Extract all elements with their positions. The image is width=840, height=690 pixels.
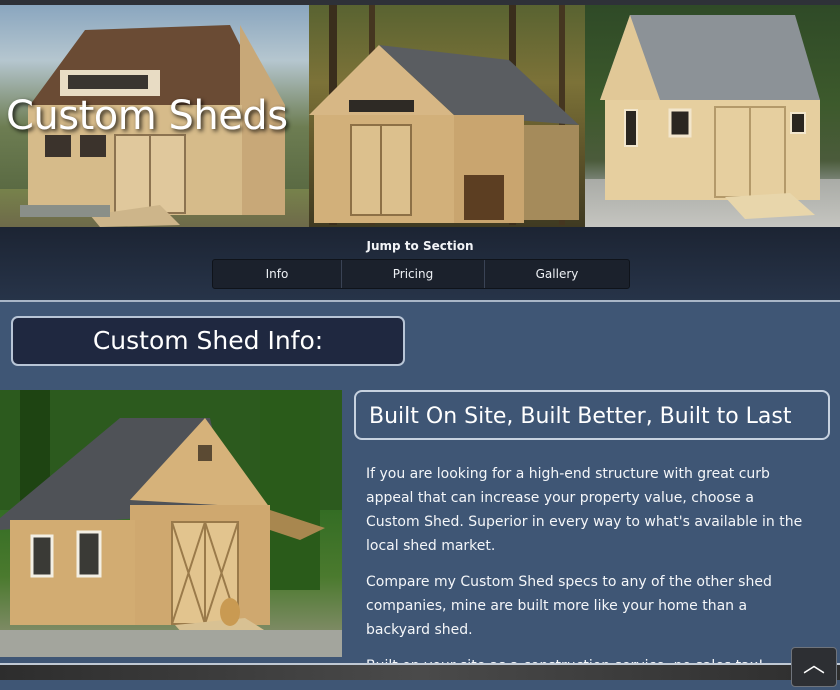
paragraph: Compare my Custom Shed specs to any of t… [366,574,772,638]
paragraph: If you are looking for a high-end struct… [366,466,803,554]
section-button-group: Info Pricing Gallery [212,259,630,289]
shed-photo [0,390,342,657]
section-subheading: Built On Site, Built Better, Built to La… [354,390,830,440]
hero-banner: Custom Sheds [0,5,840,227]
nav-button-pricing[interactable]: Pricing [342,260,485,288]
section-divider [0,300,840,302]
back-to-top-button[interactable]: ︿ [791,647,837,687]
jump-nav-title: Jump to Section [366,239,474,253]
hero-photo-2 [309,5,585,227]
jump-to-section-nav: Jump to Section Info Pricing Gallery [0,227,840,301]
nav-button-info[interactable]: Info [213,260,342,288]
chevron-up-icon: ︿ [802,653,825,678]
nav-button-gallery[interactable]: Gallery [485,260,629,288]
section-body: If you are looking for a high-end struct… [366,462,806,690]
footer-band [0,665,840,680]
section-heading: Custom Shed Info: [11,316,405,366]
page-title: Custom Sheds [6,93,288,139]
hero-photo-3 [585,5,840,227]
